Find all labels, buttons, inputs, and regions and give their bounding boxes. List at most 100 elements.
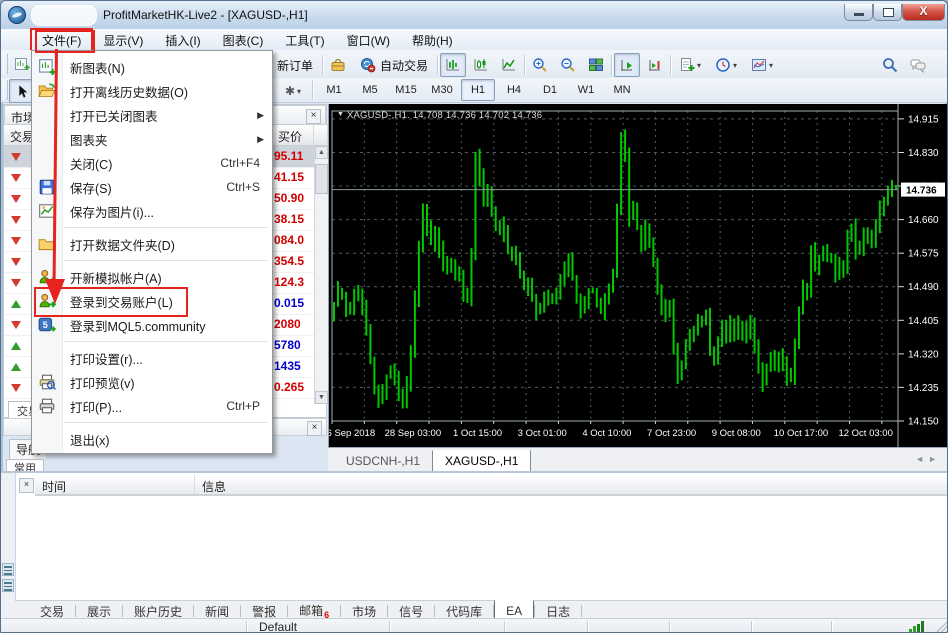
menu-item-f[interactable]: 文件(F) [31,29,92,51]
auto-trading-button[interactable]: 自动交易 [353,53,435,77]
navigator-close-icon[interactable]: × [307,421,322,436]
bid-price: 95.11 [274,149,303,163]
step-end-button[interactable] [642,53,668,77]
svg-text:14.405: 14.405 [908,316,939,327]
docked-panel-icon[interactable] [2,579,14,592]
menu-separator [32,256,272,265]
chart-bars-button[interactable] [440,53,466,77]
file-menu-item[interactable]: 保存为图片(i)... [32,199,272,223]
timeframe-m5[interactable]: M5 [353,79,387,101]
file-menu-item[interactable]: 登录到交易账户(L) [32,289,272,313]
menu-item-w[interactable]: 窗口(W) [336,29,401,51]
bid-price: 084.0 [274,233,304,247]
zoom-out-button[interactable] [555,53,581,77]
price-chart[interactable]: 14.91514.83014.74514.66014.57514.49014.4… [329,104,948,447]
file-menu-item[interactable]: 关闭(C)Ctrl+F4 [32,151,272,175]
status-separator [669,621,670,633]
step-forward-button[interactable] [614,53,640,77]
file-menu-item[interactable]: 打开已关闭图表▶ [32,103,272,127]
close-button[interactable]: X [902,4,945,21]
scroll-down-icon[interactable]: ▼ [315,391,328,404]
tab-scroll-arrows[interactable]: ◄► [915,454,941,464]
timeframe-h4[interactable]: H4 [497,79,531,101]
status-separator [751,621,752,633]
svg-text:7 Oct 23:00: 7 Oct 23:00 [647,428,696,439]
toolbar-separator [670,55,671,75]
auto-trading-label: 自动交易 [380,57,428,74]
menu-item-h[interactable]: 帮助(H) [401,29,464,51]
menu-item-label: 保存为图片(i)... [70,202,154,221]
indicators-button[interactable]: ▾ [673,53,707,77]
connection-status-icon [909,621,924,633]
file-menu-item[interactable]: 打开数据文件夹(D) [32,232,272,256]
periods-clock-button[interactable]: ▾ [709,53,743,77]
restore-button[interactable] [873,4,902,21]
chart-tab-usdcnhh1[interactable]: USDCNH-,H1 [334,451,432,472]
bid-price: 354.5 [274,254,304,268]
menu-item-label: 打开数据文件夹(D) [70,235,175,254]
titlebar-glass-highlight [31,5,97,26]
file-menu-item[interactable]: 打印设置(r)... [32,346,272,370]
scroll-up-icon[interactable]: ▲ [315,146,328,159]
zoom-in-button[interactable] [527,53,553,77]
chart-tab-xagusdh1[interactable]: XAGUSD-,H1 [432,450,531,473]
minimize-icon [854,13,864,16]
tile-windows-button[interactable] [583,53,609,77]
menu-item-i[interactable]: 插入(I) [154,29,211,51]
market-watch-scrollbar[interactable]: ▲ ▼ [314,146,329,404]
menu-item-c[interactable]: 图表(C) [212,29,275,51]
file-menu-item[interactable]: 新图表(N) [32,55,272,79]
chart-tab-bar: USDCNH-,H1XAGUSD-,H1 ◄► [328,447,948,472]
market-watch-close-icon[interactable]: × [306,109,321,124]
toolbar-grip[interactable] [3,54,8,74]
file-menu-item[interactable]: 退出(x) [32,427,272,451]
timeframe-mn[interactable]: MN [605,79,639,101]
timeframe-m15[interactable]: M15 [389,79,423,101]
menu-item-t[interactable]: 工具(T) [274,29,335,51]
file-menu-item[interactable]: 保存(S)Ctrl+S [32,175,272,199]
step-end-icon [647,57,663,73]
chat-button[interactable] [905,53,931,77]
timeframe-m30[interactable]: M30 [425,79,459,101]
timeframe-h1[interactable]: H1 [461,79,495,101]
templates-button[interactable]: ▾ [745,53,779,77]
chart-line-button[interactable] [496,53,522,77]
svg-text:28 Sep 03:00: 28 Sep 03:00 [385,428,442,439]
column-header-bid[interactable]: 买价 [272,125,314,146]
svg-text:9 Oct 08:00: 9 Oct 08:00 [712,428,761,439]
menu-item-label: 退出(x) [70,430,110,449]
status-separator [587,621,588,633]
timeframe-d1[interactable]: D1 [533,79,567,101]
menu-item-v[interactable]: 显示(V) [92,29,154,51]
svg-text:5: 5 [43,320,48,330]
terminal-panel: × 时间 信息 交易展示账户历史新闻警报邮箱6市场信号代码库EA日志 [1,471,948,618]
chart-candles-button[interactable] [468,53,494,77]
news-button[interactable] [325,53,351,77]
toolbar-grip[interactable] [3,80,8,100]
chart-window[interactable]: 14.91514.83014.74514.66014.57514.49014.4… [328,104,948,447]
timeframe-w1[interactable]: W1 [569,79,603,101]
docked-panel-icon[interactable] [2,563,14,576]
chart-candles-icon [473,57,489,73]
svg-text:14.660: 14.660 [908,215,939,226]
file-menu-item[interactable]: 打印预览(v) [32,370,272,394]
search-button[interactable] [877,53,903,77]
package-icon [330,57,346,73]
scrollbar-thumb[interactable] [315,164,328,194]
timeframe-m1[interactable]: M1 [317,79,351,101]
resize-grip[interactable] [935,621,947,633]
close-icon: X [903,4,944,18]
bid-price: 38.15 [274,212,304,226]
menu-item-label: 打开离线历史数据(O) [70,82,188,101]
minimize-button[interactable] [844,4,873,21]
file-menu-item[interactable]: 打印(P)...Ctrl+P [32,394,272,418]
crosshair-group-button[interactable]: ✱▾ [275,79,311,103]
menu-item-label: 关闭(C) [70,154,112,173]
menu-separator [32,337,272,346]
file-menu-item[interactable]: 开新模拟帐户(A) [32,265,272,289]
terminal-close-icon[interactable]: × [19,478,34,493]
file-menu-item[interactable]: 图表夹▶ [32,127,272,151]
arrow-down-icon [11,321,21,329]
file-menu-item[interactable]: 打开离线历史数据(O) [32,79,272,103]
bid-price: 0.265 [274,380,304,394]
